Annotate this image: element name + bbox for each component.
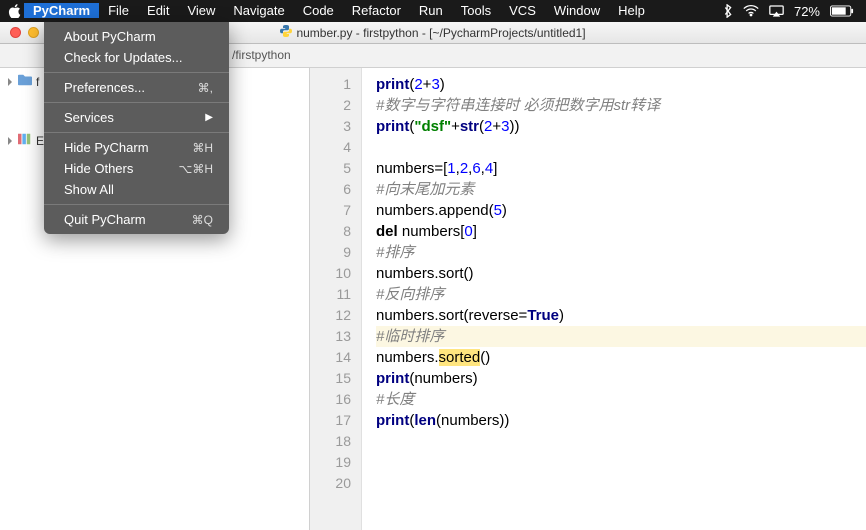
line-number: 5 — [310, 158, 351, 179]
line-number: 7 — [310, 200, 351, 221]
code-line[interactable]: print(len(numbers)) — [376, 410, 866, 431]
line-number: 8 — [310, 221, 351, 242]
menu-separator — [44, 132, 229, 133]
menu-view[interactable]: View — [178, 3, 224, 18]
line-number: 1 — [310, 74, 351, 95]
menu-separator — [44, 204, 229, 205]
code-editor[interactable]: 1234567891011121314151617181920 print(2+… — [310, 68, 866, 530]
bluetooth-icon[interactable] — [723, 4, 733, 18]
line-number: 18 — [310, 431, 351, 452]
menu-edit[interactable]: Edit — [138, 3, 178, 18]
chevron-right-icon[interactable] — [6, 134, 14, 148]
code-line[interactable]: print(2+3) — [376, 74, 866, 95]
wifi-icon[interactable] — [743, 5, 759, 17]
breadcrumb-segment[interactable]: /firstpython — [232, 48, 291, 62]
status-tray: 72% — [723, 4, 858, 19]
apple-logo-icon[interactable] — [4, 4, 24, 18]
folder-icon — [18, 74, 32, 89]
code-line[interactable]: numbers=[1,2,6,4] — [376, 158, 866, 179]
line-number-gutter: 1234567891011121314151617181920 — [310, 68, 362, 530]
line-number: 16 — [310, 389, 351, 410]
menu-item-hide-pycharm[interactable]: Hide PyCharm⌘H — [44, 137, 229, 158]
code-line[interactable]: #向末尾加元素 — [376, 179, 866, 200]
code-line[interactable] — [376, 452, 866, 473]
line-number: 13 — [310, 326, 351, 347]
line-number: 2 — [310, 95, 351, 116]
line-number: 20 — [310, 473, 351, 494]
battery-icon[interactable] — [830, 5, 854, 17]
code-line[interactable]: numbers.append(5) — [376, 200, 866, 221]
menu-pycharm[interactable]: PyCharm — [24, 3, 99, 18]
line-number: 11 — [310, 284, 351, 305]
menu-item-quit-pycharm[interactable]: Quit PyCharm⌘Q — [44, 209, 229, 230]
menu-item-about-pycharm[interactable]: About PyCharm — [44, 26, 229, 47]
close-window-button[interactable] — [10, 27, 21, 38]
menu-item-check-for-updates[interactable]: Check for Updates... — [44, 47, 229, 68]
window-title-text: number.py - firstpython - [~/PycharmProj… — [296, 26, 585, 40]
menu-separator — [44, 102, 229, 103]
code-line[interactable]: #数字与字符串连接时 必须把数字用str转译 — [376, 95, 866, 116]
code-line[interactable] — [376, 137, 866, 158]
code-line[interactable]: print("dsf"+str(2+3)) — [376, 116, 866, 137]
code-line[interactable]: #长度 — [376, 389, 866, 410]
code-line[interactable]: numbers.sorted() — [376, 347, 866, 368]
code-line[interactable]: #反向排序 — [376, 284, 866, 305]
menu-item-preferences[interactable]: Preferences...⌘, — [44, 77, 229, 98]
line-number: 4 — [310, 137, 351, 158]
python-file-icon — [280, 25, 292, 40]
menu-item-services[interactable]: Services▶ — [44, 107, 229, 128]
menu-item-show-all[interactable]: Show All — [44, 179, 229, 200]
menu-help[interactable]: Help — [609, 3, 654, 18]
menu-window[interactable]: Window — [545, 3, 609, 18]
line-number: 17 — [310, 410, 351, 431]
mac-menubar: PyCharmFileEditViewNavigateCodeRefactorR… — [0, 0, 866, 22]
line-number: 12 — [310, 305, 351, 326]
code-line[interactable]: del numbers[0] — [376, 221, 866, 242]
line-number: 15 — [310, 368, 351, 389]
line-number: 9 — [310, 242, 351, 263]
code-line[interactable]: numbers.sort() — [376, 263, 866, 284]
code-line[interactable]: print(numbers) — [376, 368, 866, 389]
menu-code[interactable]: Code — [294, 3, 343, 18]
pycharm-app-menu: About PyCharmCheck for Updates... Prefere… — [44, 22, 229, 234]
line-number: 3 — [310, 116, 351, 137]
line-number: 19 — [310, 452, 351, 473]
menu-vcs[interactable]: VCS — [500, 3, 545, 18]
code-line[interactable]: #临时排序 — [376, 326, 866, 347]
battery-percent: 72% — [794, 4, 820, 19]
code-line[interactable] — [376, 431, 866, 452]
menu-item-hide-others[interactable]: Hide Others⌥⌘H — [44, 158, 229, 179]
tree-item-label: f — [36, 75, 39, 89]
line-number: 6 — [310, 179, 351, 200]
line-number: 14 — [310, 347, 351, 368]
menu-refactor[interactable]: Refactor — [343, 3, 410, 18]
menu-separator — [44, 72, 229, 73]
line-number: 10 — [310, 263, 351, 284]
menu-file[interactable]: File — [99, 3, 138, 18]
chevron-right-icon[interactable] — [6, 75, 14, 89]
menu-tools[interactable]: Tools — [452, 3, 500, 18]
code-area[interactable]: print(2+3)#数字与字符串连接时 必须把数字用str转译print("d… — [362, 68, 866, 530]
code-line[interactable] — [376, 473, 866, 494]
menu-run[interactable]: Run — [410, 3, 452, 18]
airplay-icon[interactable] — [769, 5, 784, 17]
tree-item-label: E — [36, 134, 44, 148]
menu-navigate[interactable]: Navigate — [224, 3, 293, 18]
minimize-window-button[interactable] — [28, 27, 39, 38]
libraries-icon — [18, 133, 32, 148]
code-line[interactable]: #排序 — [376, 242, 866, 263]
code-line[interactable]: numbers.sort(reverse=True) — [376, 305, 866, 326]
